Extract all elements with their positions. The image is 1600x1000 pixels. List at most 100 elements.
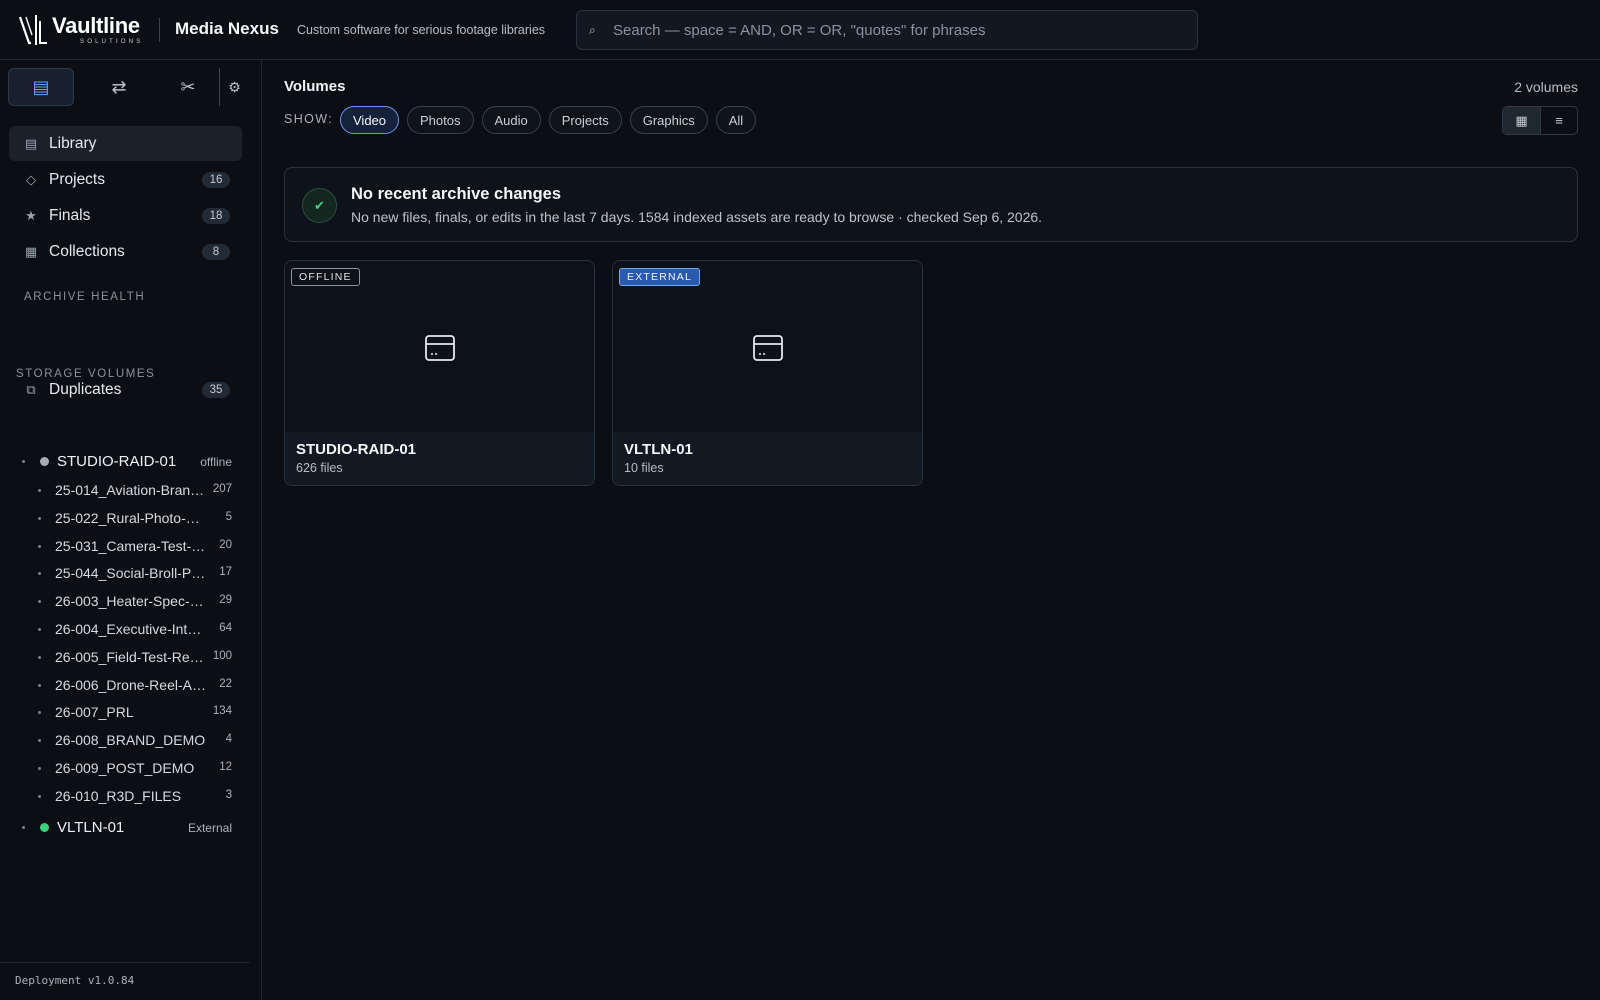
filter-chip-projects[interactable]: Projects: [548, 106, 622, 134]
filter-chip-all[interactable]: All: [715, 106, 757, 134]
sidebar-footer-divider: [0, 962, 250, 963]
tree-bullet-icon: [22, 825, 25, 829]
card-thumbnail: EXTERNAL: [613, 261, 922, 432]
sidebar-item-library[interactable]: ▤ Library: [9, 126, 242, 161]
folder-count: 3: [225, 788, 232, 801]
drive-icon: [425, 335, 455, 361]
tree-bullet-icon: [22, 460, 25, 463]
grid-view-button[interactable]: ▦: [1503, 107, 1540, 134]
folder-name: 25-044_Social-Broll-Pack: [55, 565, 207, 582]
volume-item[interactable]: VLTLN-01 External: [0, 814, 250, 842]
sidebar: ▤ ⇄ ✂ ⚙ ▤ Library ◇ Projects 16 ★ Finals…: [0, 60, 262, 1000]
tree-bullet-icon: [38, 627, 41, 631]
folder-count: 4: [225, 733, 232, 746]
tree-bullet-icon: [38, 544, 41, 548]
folder-count: 17: [219, 566, 232, 579]
page-title: Volumes: [284, 78, 346, 95]
volume-name: STUDIO-RAID-01: [57, 453, 177, 470]
folder-name: 26-006_Drone-Reel-Assets: [55, 676, 207, 693]
volume-folder-item[interactable]: 26-005_Field-Test-Recap 100: [0, 643, 250, 671]
folder-name: 26-005_Field-Test-Recap: [55, 648, 207, 665]
mode-tab-library[interactable]: ▤: [8, 68, 74, 106]
count-badge: 16: [202, 172, 230, 188]
sidebar-item-projects[interactable]: ◇ Projects 16: [9, 162, 242, 197]
search-input[interactable]: [613, 11, 1197, 49]
app-header: Vaultline SOLUTIONS Media Nexus Custom s…: [0, 0, 1600, 60]
volume-folder-item[interactable]: 25-031_Camera-Test-Footage 20: [0, 532, 250, 560]
filter-chip-photos[interactable]: Photos: [407, 106, 474, 134]
folder-name: 26-003_Heater-Spec-Spot: [55, 593, 207, 610]
sidebar-item-label: Collections: [49, 242, 125, 260]
header-divider: [159, 18, 160, 42]
app-tagline: Custom software for serious footage libr…: [297, 23, 546, 37]
mode-tabs: ▤ ⇄ ✂ ⚙: [8, 68, 248, 106]
transfer-icon: ⇄: [111, 76, 127, 97]
sidebar-item-finals[interactable]: ★ Finals 18: [9, 198, 242, 233]
card-body: VLTLN-01 10 files: [613, 432, 922, 485]
volume-folder-item[interactable]: 26-004_Executive-Interviews 64: [0, 615, 250, 643]
volume-folder-item[interactable]: 26-006_Drone-Reel-Assets 22: [0, 671, 250, 699]
folder-name: 26-004_Executive-Interviews: [55, 620, 207, 637]
search-icon: ⌕: [589, 22, 596, 37]
folder-name: 26-008_BRAND_DEMO: [55, 732, 206, 749]
card-file-count: 626 files: [296, 461, 343, 475]
tree-bullet-icon: [38, 739, 41, 743]
sidebar-nav: ▤ Library ◇ Projects 16 ★ Finals 18 ▦ Co…: [9, 126, 242, 270]
count-badge: 8: [202, 244, 230, 260]
tree-bullet-icon: [38, 794, 41, 798]
scissors-icon: ✂: [180, 76, 196, 97]
volume-status: offline: [200, 455, 232, 469]
drive-icon: [753, 335, 783, 361]
sidebar-item-label: Finals: [49, 206, 91, 224]
volume-card-studio-raid-01[interactable]: OFFLINE STUDIO-RAID-01 626 files: [284, 260, 595, 486]
library-icon: ▤: [24, 135, 38, 151]
sidebar-item-collections[interactable]: ▦ Collections 8: [9, 234, 242, 269]
check-icon: ✔: [302, 188, 337, 223]
sidebar-item-label: Library: [49, 134, 97, 152]
folder-count: 22: [219, 677, 232, 690]
volume-folder-item[interactable]: 26-008_BRAND_DEMO 4: [0, 726, 250, 754]
folder-name: 26-010_R3D_FILES: [55, 787, 182, 804]
folder-count: 5: [225, 510, 232, 523]
folder-name: 26-009_POST_DEMO: [55, 759, 195, 776]
list-view-button[interactable]: ≡: [1539, 107, 1577, 134]
volume-folder-item[interactable]: 26-009_POST_DEMO 12: [0, 754, 250, 782]
filter-chip-graphics[interactable]: Graphics: [629, 106, 708, 134]
brand-logo[interactable]: Vaultline SOLUTIONS: [18, 12, 148, 48]
card-thumbnail: OFFLINE: [285, 261, 594, 432]
tree-bullet-icon: [38, 711, 41, 715]
settings-button[interactable]: ⚙: [219, 68, 249, 106]
brand-wordmark: Vaultline: [52, 13, 140, 38]
volume-folder-item[interactable]: 26-003_Heater-Spec-Spot 29: [0, 587, 250, 615]
mode-tab-edit[interactable]: ✂: [155, 68, 221, 106]
filter-chip-video[interactable]: Video: [340, 106, 400, 134]
volume-name: VLTLN-01: [57, 818, 125, 836]
count-badge: 35: [202, 382, 230, 398]
volume-folder-item[interactable]: 26-007_PRL 134: [0, 698, 250, 726]
volume-tree: STUDIO-RAID-01 offline 25-014_Aviation-Bra…: [0, 448, 250, 842]
mode-tab-transfer[interactable]: ⇄: [86, 68, 152, 106]
app-name: Media Nexus: [175, 19, 279, 38]
tree-bullet-icon: [38, 600, 41, 604]
filter-chip-audio[interactable]: Audio: [481, 106, 541, 134]
search-box[interactable]: ⌕: [576, 10, 1198, 50]
volume-folder-item[interactable]: 25-044_Social-Broll-Pack 17: [0, 559, 250, 587]
volume-card-vltln-01[interactable]: EXTERNAL VLTLN-01 10 files: [612, 260, 923, 486]
volume-folder-item[interactable]: 25-022_Rural-Photo-Library 5: [0, 504, 250, 532]
vaultline-logo-icon: [18, 15, 47, 45]
volume-item[interactable]: STUDIO-RAID-01 offline: [0, 448, 250, 476]
banner-title: No recent archive changes: [351, 185, 562, 203]
banner-text: No new files, finals, or edits in the la…: [351, 209, 1043, 225]
brand-subtitle: SOLUTIONS: [80, 39, 144, 45]
status-banner: ✔ No recent archive changes No new files…: [284, 167, 1578, 242]
main-content: Volumes 2 volumes SHOW: Video Photos Aud…: [262, 60, 1600, 1000]
star-icon: ★: [25, 207, 37, 223]
volume-folder-item[interactable]: 25-014_Aviation-Brand-Film 207: [0, 476, 250, 504]
tree-bullet-icon: [38, 572, 41, 576]
status-badge: EXTERNAL: [619, 268, 701, 286]
filter-label: SHOW:: [284, 112, 334, 126]
grid-icon: ▦: [24, 243, 38, 259]
card-body: STUDIO-RAID-01 626 files: [285, 432, 594, 485]
volume-folder-item[interactable]: 26-010_R3D_FILES 3: [0, 782, 250, 810]
tree-bullet-icon: [38, 489, 41, 492]
